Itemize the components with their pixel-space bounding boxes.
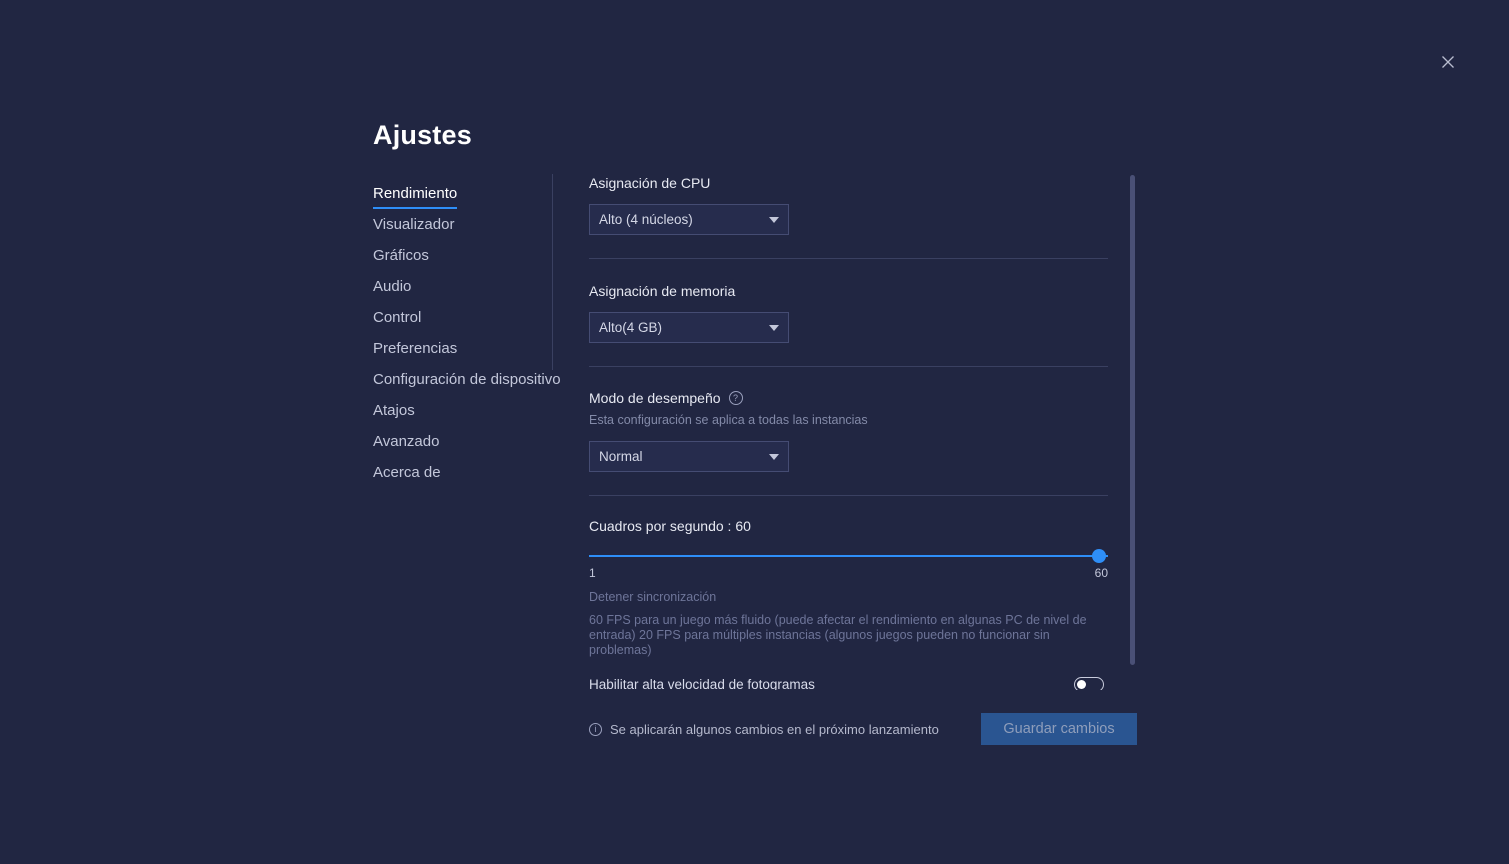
settings-footer: i Se aplicarán algunos cambios en el pró… xyxy=(589,713,1137,745)
cpu-allocation-label: Asignación de CPU xyxy=(589,175,711,191)
settings-content-scroll: Asignación de CPU Alto (4 núcleos) Asign… xyxy=(589,174,1109,690)
fps-max-label: 60 xyxy=(1094,566,1108,580)
restart-note-text: Se aplicarán algunos cambios en el próxi… xyxy=(610,721,939,737)
fps-slider[interactable] xyxy=(589,549,1108,563)
performance-mode-label: Modo de desempeño xyxy=(589,390,721,406)
performance-mode-value: Normal xyxy=(599,449,643,464)
chevron-down-icon xyxy=(769,216,779,223)
sidebar-item-preferencias[interactable]: Preferencias xyxy=(373,333,457,364)
sidebar-item-configuracion-de-dispositivo[interactable]: Configuración de dispositivo xyxy=(373,364,561,395)
performance-mode-select[interactable]: Normal xyxy=(589,441,789,472)
cpu-allocation-select[interactable]: Alto (4 núcleos) xyxy=(589,204,789,235)
settings-sidebar: Rendimiento Visualizador Gráficos Audio … xyxy=(373,178,561,488)
toggle-label: Habilitar alta velocidad de fotogramas xyxy=(589,676,815,691)
sidebar-item-graficos[interactable]: Gráficos xyxy=(373,240,429,271)
sidebar-item-atajos[interactable]: Atajos xyxy=(373,395,415,426)
memory-allocation-section: Asignación de memoria Alto(4 GB) xyxy=(589,282,1109,343)
sidebar-item-control[interactable]: Control xyxy=(373,302,421,333)
chevron-down-icon xyxy=(769,453,779,460)
toggles-group: Habilitar alta velocidad de fotogramas H… xyxy=(589,670,1109,690)
fps-min-label: 1 xyxy=(589,566,596,580)
sidebar-item-avanzado[interactable]: Avanzado xyxy=(373,426,439,457)
fps-label: Cuadros por segundo : 60 xyxy=(589,518,751,534)
section-divider xyxy=(589,366,1108,367)
high-frame-rate-toggle[interactable] xyxy=(1074,676,1104,690)
section-divider xyxy=(589,495,1108,496)
fps-slider-track[interactable] xyxy=(589,555,1108,557)
section-divider xyxy=(589,258,1108,259)
question-mark-icon[interactable]: ? xyxy=(728,391,743,405)
save-changes-button[interactable]: Guardar cambios xyxy=(981,713,1137,745)
settings-window: Ajustes Rendimiento Visualizador Gráfico… xyxy=(0,0,1509,864)
stop-sync-label: Detener sincronización xyxy=(589,590,717,604)
toggle-knob xyxy=(1077,679,1086,689)
fps-slider-range: 1 60 xyxy=(589,566,1108,580)
performance-mode-section: Modo de desempeño ? Esta configuración s… xyxy=(589,389,1109,472)
memory-allocation-label: Asignación de memoria xyxy=(589,283,736,299)
sidebar-item-acerca-de[interactable]: Acerca de xyxy=(373,457,441,488)
memory-allocation-value: Alto(4 GB) xyxy=(599,320,663,335)
sidebar-content-divider xyxy=(552,174,553,370)
fps-slider-thumb[interactable] xyxy=(1092,549,1106,563)
sidebar-item-audio[interactable]: Audio xyxy=(373,271,411,302)
memory-allocation-select[interactable]: Alto(4 GB) xyxy=(589,312,789,343)
info-icon: i xyxy=(589,722,602,736)
sidebar-item-rendimiento[interactable]: Rendimiento xyxy=(373,178,458,209)
fps-section: Cuadros por segundo : 60 1 60 Detener si… xyxy=(589,517,1109,658)
page-title: Ajustes xyxy=(373,120,472,150)
sidebar-item-visualizador[interactable]: Visualizador xyxy=(373,209,454,240)
content-scrollbar[interactable] xyxy=(1130,175,1135,665)
cpu-allocation-value: Alto (4 núcleos) xyxy=(599,212,693,227)
performance-mode-sublabel: Esta configuración se aplica a todas las… xyxy=(589,413,868,427)
restart-note: i Se aplicarán algunos cambios en el pró… xyxy=(589,722,939,737)
toggle-row-high-frame-rate: Habilitar alta velocidad de fotogramas xyxy=(589,670,1104,690)
fps-description: 60 FPS para un juego más fluido (puede a… xyxy=(589,613,1087,657)
close-icon[interactable] xyxy=(1434,48,1462,76)
cpu-allocation-section: Asignación de CPU Alto (4 núcleos) xyxy=(589,174,1109,235)
chevron-down-icon xyxy=(769,324,779,331)
